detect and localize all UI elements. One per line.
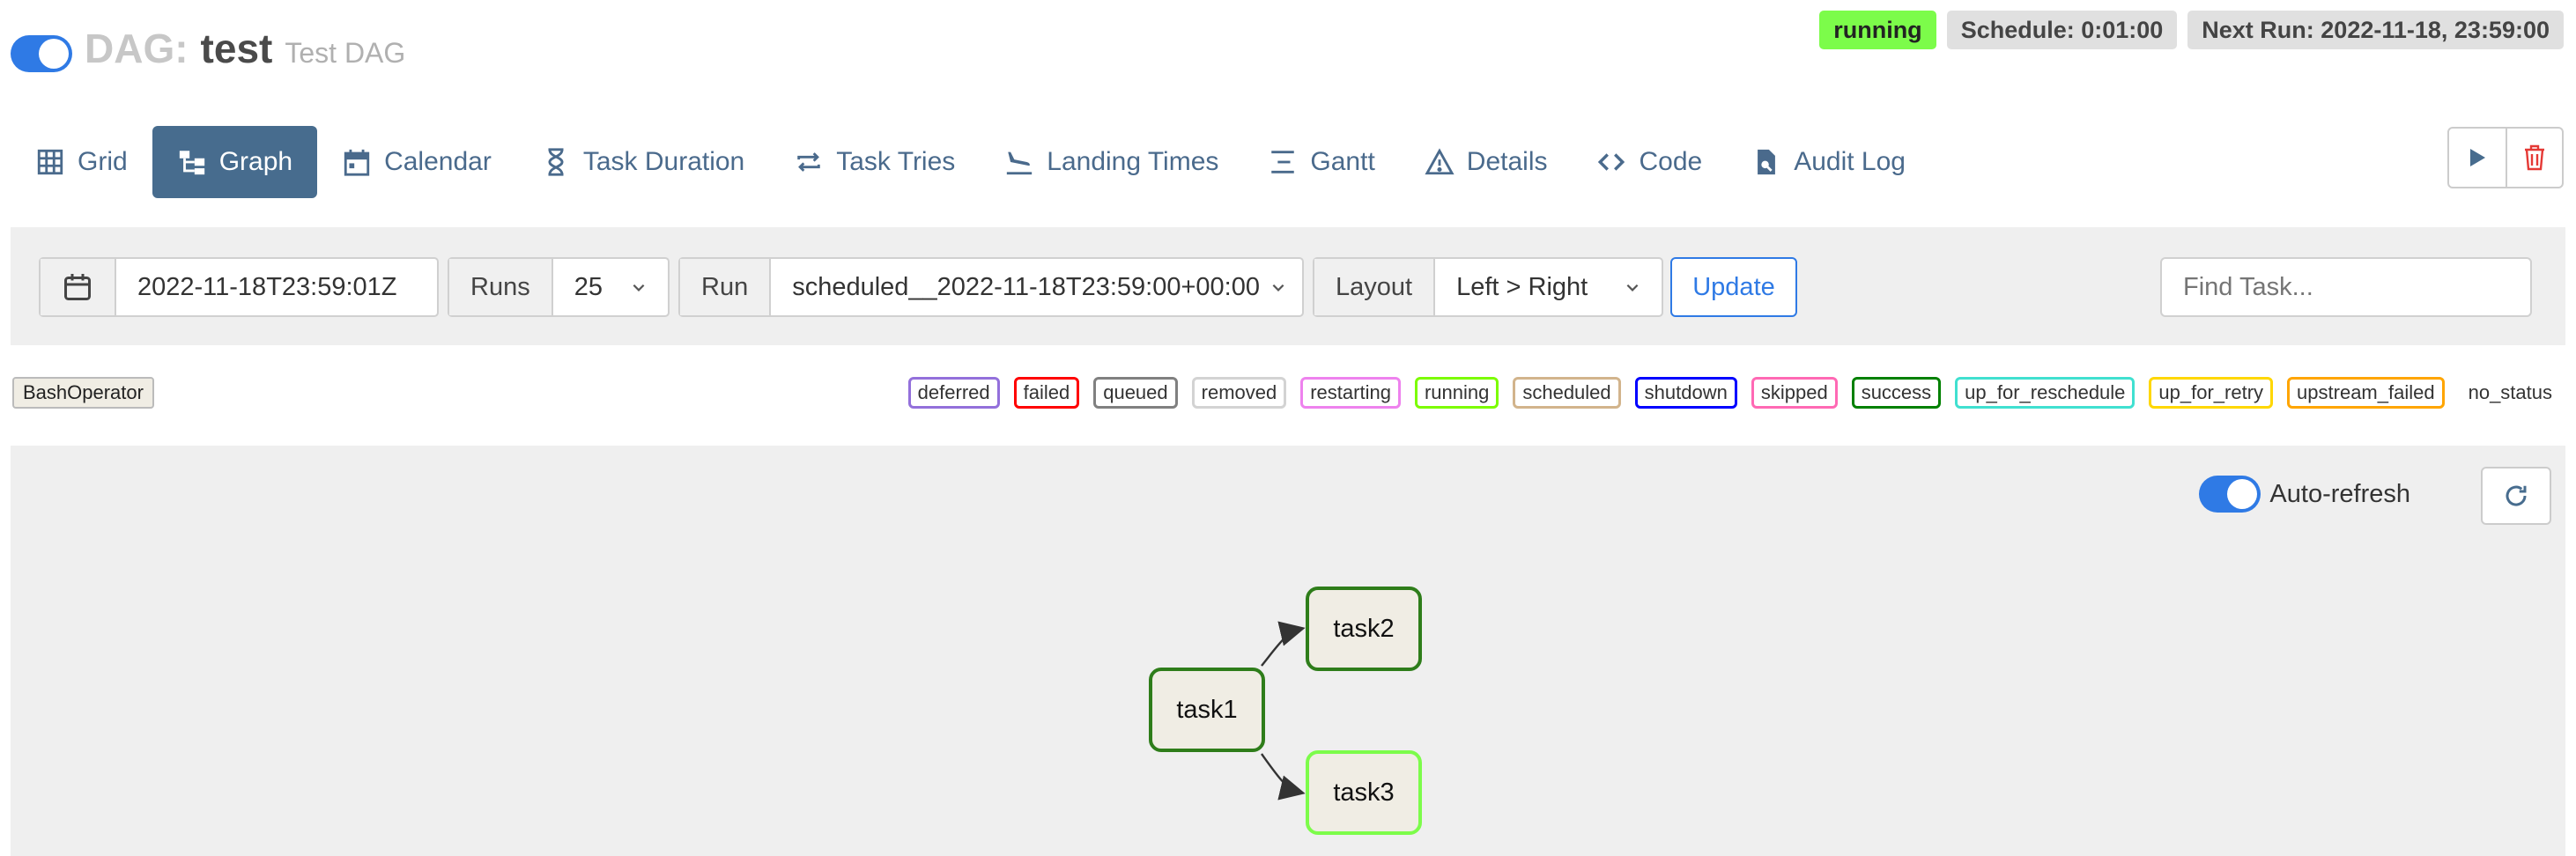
tab-label: Calendar [384, 147, 492, 176]
tab-graph[interactable]: Graph [152, 126, 318, 198]
trigger-dag-button[interactable] [2449, 129, 2506, 187]
run-value-text: scheduled__2022-11-18T23:59:00+00:00 [792, 272, 1260, 301]
state-success: success [1851, 377, 1942, 409]
dag-status-badge: running [1819, 11, 1936, 49]
edge-task1-task3 [1261, 753, 1306, 801]
find-task-input[interactable] [2160, 257, 2532, 317]
state-up-for-retry: up_for_retry [2149, 377, 2274, 409]
dag-description: Test DAG [285, 37, 406, 69]
state-skipped: skipped [1751, 377, 1838, 409]
tab-label: Grid [78, 147, 128, 176]
state-restarting: restarting [1300, 377, 1401, 409]
gantt-icon [1268, 147, 1298, 177]
task-label: task1 [1176, 695, 1238, 724]
page-title: DAG: test Test DAG [85, 25, 405, 77]
header-badges: running Schedule: 0:01:00 Next Run: 2022… [1819, 11, 2564, 49]
trash-icon [2525, 144, 2544, 171]
file-search-icon [1751, 147, 1781, 177]
tab-grid[interactable]: Grid [11, 126, 152, 198]
graph-edges [1261, 621, 1306, 801]
chevron-down-icon [1272, 284, 1284, 291]
tab-label: Landing Times [1047, 147, 1219, 176]
run-select[interactable]: Run scheduled__2022-11-18T23:59:00+00:00 [678, 257, 1304, 317]
grid-icon [35, 147, 65, 177]
base-date-value: 2022-11-18T23:59:01Z [137, 272, 397, 301]
dag-graph-canvas[interactable]: Auto-refresh task1 task2 task3 [11, 446, 2565, 856]
layout-label: Layout [1314, 259, 1436, 315]
tab-label: Task Tries [836, 147, 956, 176]
tab-label: Code [1639, 147, 1703, 176]
dag-prefix: DAG: [85, 26, 189, 71]
task-label: task2 [1333, 614, 1395, 643]
runs-select[interactable]: Runs 25 [448, 257, 670, 317]
warning-triangle-icon [1425, 147, 1455, 177]
task-node-task2[interactable]: task2 [1306, 587, 1422, 671]
tab-code[interactable]: Code [1572, 126, 1727, 198]
tab-landing-times[interactable]: Landing Times [980, 126, 1243, 198]
tab-details[interactable]: Details [1400, 126, 1573, 198]
code-icon [1596, 147, 1626, 177]
toggle-knob [39, 39, 69, 69]
task-node-task3[interactable]: task3 [1306, 750, 1422, 835]
dag-pause-toggle[interactable] [11, 35, 72, 72]
tab-task-duration[interactable]: Task Duration [516, 126, 769, 198]
play-icon [2470, 149, 2485, 166]
layout-value: Left > Right [1435, 273, 1662, 302]
runs-value: 25 [553, 273, 668, 302]
delete-dag-button[interactable] [2506, 129, 2562, 187]
hourglass-icon [541, 147, 571, 177]
state-deferred: deferred [907, 377, 1000, 409]
run-value: scheduled__2022-11-18T23:59:00+00:00 [771, 273, 1307, 302]
tab-label: Gantt [1310, 147, 1375, 176]
dag-id: test [200, 26, 273, 71]
tab-calendar[interactable]: Calendar [317, 126, 516, 198]
state-running: running [1414, 377, 1499, 409]
tab-gantt[interactable]: Gantt [1243, 126, 1399, 198]
schedule-badge: Schedule: 0:01:00 [1946, 11, 2178, 49]
state-removed: removed [1191, 377, 1287, 409]
landing-icon [1004, 147, 1034, 177]
dag-actions [2447, 127, 2564, 188]
base-date-picker[interactable]: 2022-11-18T23:59:01Z [39, 257, 439, 317]
calendar-picker-icon[interactable] [41, 259, 116, 315]
update-button[interactable]: Update [1670, 257, 1797, 317]
tab-audit-log[interactable]: Audit Log [1727, 126, 1930, 198]
runs-value-text: 25 [574, 272, 603, 301]
tab-label: Graph [218, 147, 293, 176]
graph-icon [177, 147, 207, 177]
state-no-status: no_status [2458, 377, 2562, 409]
state-shutdown: shutdown [1634, 377, 1737, 409]
layout-select[interactable]: Layout Left > Right [1313, 257, 1663, 317]
task-node-task1[interactable]: task1 [1149, 668, 1265, 752]
runs-label: Runs [449, 259, 553, 315]
chevron-down-icon [633, 284, 645, 291]
retry-icon [794, 147, 824, 177]
chevron-down-icon [1626, 284, 1639, 291]
next-run-badge: Next Run: 2022-11-18, 23:59:00 [2187, 11, 2564, 49]
state-upstream-failed: upstream_failed [2287, 377, 2445, 409]
state-scheduled: scheduled [1513, 377, 1621, 409]
operator-legend-bashoperator: BashOperator [12, 377, 154, 409]
tab-label: Details [1466, 147, 1548, 176]
edge-task1-task2 [1261, 621, 1306, 667]
tab-label: Task Duration [582, 147, 745, 176]
tab-task-tries[interactable]: Task Tries [769, 126, 980, 198]
layout-value-text: Left > Right [1456, 272, 1588, 301]
tab-label: Audit Log [1794, 147, 1906, 176]
run-label: Run [680, 259, 772, 315]
calendar-icon [342, 147, 372, 177]
view-tabs: Grid Graph Calendar Task Duration Task T… [11, 126, 1930, 198]
task-label: task3 [1333, 778, 1395, 807]
state-up-for-reschedule: up_for_reschedule [1955, 377, 2136, 409]
graph-controls: 2022-11-18T23:59:01Z Runs 25 Run schedul… [11, 227, 2565, 345]
state-failed: failed [1013, 377, 1080, 409]
state-queued: queued [1093, 377, 1178, 409]
state-legend: deferred failed queued removed restartin… [907, 377, 2562, 409]
